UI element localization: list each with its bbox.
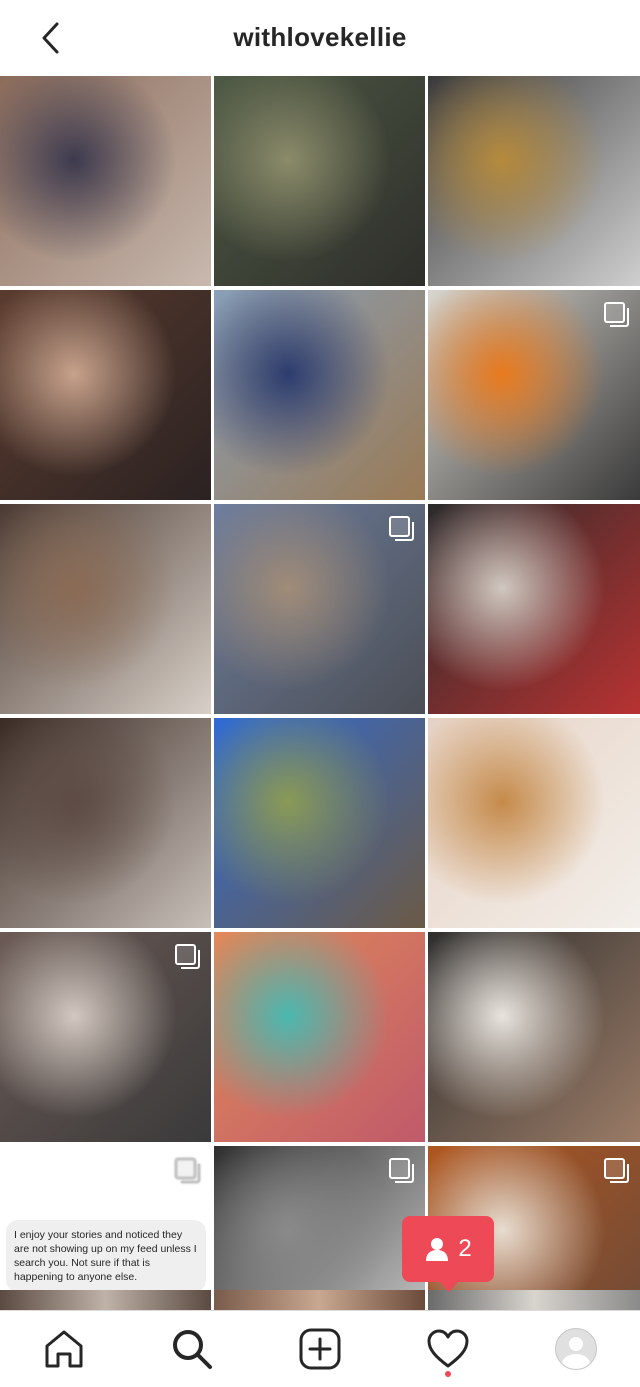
mom-peace-sign-post[interactable] (428, 504, 640, 714)
partial-tile[interactable] (428, 1290, 640, 1310)
activity-dot (445, 1371, 451, 1377)
posts-grid: I enjoy your stories and noticed they ar… (0, 76, 640, 1356)
bottom-nav (0, 1310, 640, 1387)
green-shirt-post[interactable] (214, 76, 425, 286)
couch-family-post[interactable] (0, 718, 211, 928)
nav-new-post[interactable] (290, 1319, 350, 1379)
multiple-photos-icon (175, 1158, 200, 1183)
notification-count: 2 (458, 1235, 472, 1262)
crochet-blanket-post[interactable] (214, 932, 425, 1142)
couple-kitchen-post[interactable] (428, 76, 640, 286)
home-icon (45, 1330, 83, 1368)
nav-profile[interactable] (546, 1319, 606, 1379)
header-bar: withlovekellie (0, 0, 640, 74)
grandma-kids-outdoor-post[interactable] (214, 290, 425, 500)
search-icon (173, 1330, 212, 1369)
multiple-photos-icon (175, 944, 200, 969)
profile-username-title: withlovekellie (233, 21, 407, 52)
message-bubble: I enjoy your stories and noticed they ar… (6, 1220, 206, 1292)
chevron-left-icon (42, 22, 59, 54)
partial-next-row (0, 1290, 640, 1310)
multiple-photos-icon (604, 302, 629, 327)
kitchen-baking-post[interactable] (0, 932, 211, 1142)
back-button[interactable] (30, 18, 70, 58)
heart-icon (427, 1329, 469, 1368)
add-post-icon (299, 1328, 341, 1370)
nav-activity[interactable] (418, 1319, 478, 1379)
family-selfie-post[interactable] (0, 76, 211, 286)
mom-daughter-selfie-post[interactable] (0, 290, 211, 500)
partial-tile[interactable] (214, 1290, 425, 1310)
boy-kitchen-counter-post[interactable] (0, 504, 211, 714)
nav-home[interactable] (34, 1319, 94, 1379)
kids-homework-post[interactable] (428, 932, 640, 1142)
partial-tile[interactable] (0, 1290, 211, 1310)
profile-avatar (555, 1328, 597, 1370)
kids-orange-box-post[interactable] (428, 290, 640, 500)
backyard-trees-post[interactable] (214, 718, 425, 928)
lake-walk-post[interactable] (214, 504, 425, 714)
multiple-photos-icon (604, 1158, 629, 1183)
nav-search[interactable] (162, 1319, 222, 1379)
follower-notification[interactable]: 2 (402, 1216, 494, 1292)
diffuser-hello-post[interactable] (428, 718, 640, 928)
person-icon (426, 1238, 449, 1261)
multiple-photos-icon (389, 516, 414, 541)
multiple-photos-icon (389, 1158, 414, 1183)
